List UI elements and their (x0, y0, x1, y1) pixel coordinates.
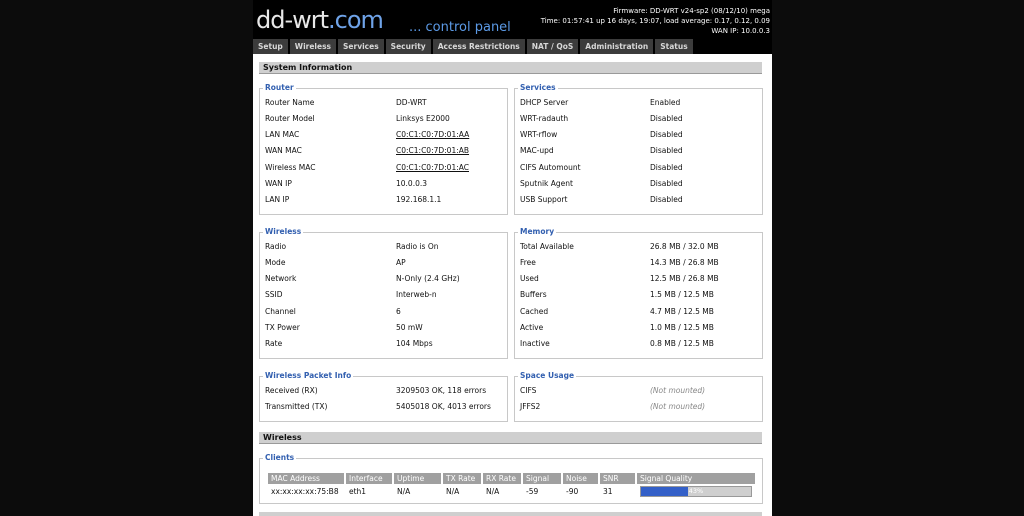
router-title: Router (263, 83, 296, 92)
router-row: Router Model Linksys E2000 (265, 114, 450, 123)
services-row: WRT-rflow Disabled (520, 130, 683, 139)
content-panel: System Information Router Router Name DD-… (253, 54, 772, 516)
col-uptime: Uptime (394, 473, 441, 484)
system-info-header: System Information (259, 62, 762, 74)
tab-status[interactable]: Status (655, 39, 693, 54)
client-tx-rate: N/A (446, 487, 460, 496)
router-row: LAN MAC C0:C1:C0:7D:01:AA (265, 130, 470, 140)
ddwrt-logo: dd-wrt.com (256, 6, 384, 34)
tab-security[interactable]: Security (385, 39, 431, 54)
col-rx-rate: RX Rate (483, 473, 521, 484)
tab-administration[interactable]: Administration (580, 39, 654, 54)
space-row: JFFS2 (Not mounted) (520, 402, 706, 411)
clients-header-row: MAC Address Interface Uptime TX Rate RX … (268, 473, 755, 484)
tab-setup[interactable]: Setup (253, 39, 288, 54)
packet-info-title: Wireless Packet Info (263, 371, 354, 380)
client-noise: -90 (566, 487, 579, 496)
router-row: WAN MAC C0:C1:C0:7D:01:AB (265, 146, 470, 156)
wireless-mac-link[interactable]: C0:C1:C0:7D:01:AC (396, 163, 469, 173)
memory-row: Active 1.0 MB / 12.5 MB (520, 323, 714, 332)
uptime-text: Time: 01:57:41 up 16 days, 19:07, load a… (540, 17, 770, 25)
services-row: MAC-upd Disabled (520, 146, 683, 155)
table-row: xx:xx:xx:xx:75:B8 eth1 N/A N/A N/A -59 -… (268, 486, 755, 497)
memory-title: Memory (518, 227, 557, 236)
client-interface: eth1 (349, 487, 367, 496)
client-mac: xx:xx:xx:xx:75:B8 (271, 487, 339, 496)
services-row: Sputnik Agent Disabled (520, 179, 683, 188)
client-signal-quality: 43% (637, 486, 755, 497)
services-box: Services DHCP Server Enabled WRT-radauth D… (514, 83, 763, 215)
col-signal: Signal (523, 473, 561, 484)
packet-row: Transmitted (TX) 5405018 OK, 4013 errors (265, 402, 491, 411)
tab-nat-qos[interactable]: NAT / QoS (526, 39, 579, 54)
space-usage-title: Space Usage (518, 371, 577, 380)
next-section-header (259, 512, 762, 516)
services-row: USB Support Disabled (520, 195, 683, 204)
router-row: Wireless MAC C0:C1:C0:7D:01:AC (265, 163, 469, 173)
client-signal: -59 (526, 487, 539, 496)
memory-row: Total Available 26.8 MB / 32.0 MB (520, 242, 719, 251)
router-row: WAN IP 10.0.0.3 (265, 179, 428, 188)
col-tx-rate: TX Rate (443, 473, 481, 484)
space-row: CIFS (Not mounted) (520, 386, 706, 395)
client-snr: 31 (603, 487, 613, 496)
services-row: WRT-radauth Disabled (520, 114, 683, 123)
clients-box: Clients MAC Address Interface Uptime TX … (259, 453, 763, 504)
memory-row: Buffers 1.5 MB / 12.5 MB (520, 290, 714, 299)
col-signal-quality: Signal Quality (637, 473, 755, 484)
signal-quality-bar: 43% (640, 486, 752, 497)
client-rx-rate: N/A (486, 487, 500, 496)
col-mac-address: MAC Address (268, 473, 344, 484)
tab-wireless[interactable]: Wireless (289, 39, 337, 54)
wan-ip-text: WAN IP: 10.0.0.3 (711, 27, 770, 35)
packet-row: Received (RX) 3209503 OK, 118 errors (265, 386, 487, 395)
wireless-row: Channel 6 (265, 307, 401, 316)
wireless-row: Mode AP (265, 258, 406, 267)
firmware-text: Firmware: DD-WRT v24-sp2 (08/12/10) mega (613, 7, 770, 15)
wireless-row: TX Power 50 mW (265, 323, 423, 332)
wan-mac-link[interactable]: C0:C1:C0:7D:01:AB (396, 146, 469, 156)
wireless-row: Rate 104 Mbps (265, 339, 433, 348)
signal-quality-percent: 43% (688, 487, 704, 495)
router-row: LAN IP 192.168.1.1 (265, 195, 442, 204)
wireless-row: Network N-Only (2.4 GHz) (265, 274, 460, 283)
router-box: Router Router Name DD-WRT Router Model Lin… (259, 83, 508, 215)
col-snr: SNR (600, 473, 635, 484)
clients-table: MAC Address Interface Uptime TX Rate RX … (266, 471, 757, 499)
tab-services[interactable]: Services (338, 39, 384, 54)
client-uptime: N/A (397, 487, 411, 496)
services-title: Services (518, 83, 558, 92)
services-row: CIFS Automount Disabled (520, 163, 683, 172)
wireless-title: Wireless (263, 227, 304, 236)
col-interface: Interface (346, 473, 392, 484)
memory-row: Used 12.5 MB / 26.8 MB (520, 274, 719, 283)
space-usage-box: Space Usage CIFS (Not mounted) JFFS2 (Not … (514, 371, 763, 422)
wireless-box: Wireless Radio Radio is On Mode AP Network… (259, 227, 508, 359)
tab-access-restrictions[interactable]: Access Restrictions (432, 39, 525, 54)
router-row: Router Name DD-WRT (265, 98, 427, 107)
wireless-section-header: Wireless (259, 432, 762, 444)
memory-row: Free 14.3 MB / 26.8 MB (520, 258, 719, 267)
status-info: Firmware: DD-WRT v24-sp2 (08/12/10) mega… (541, 6, 770, 36)
control-panel-tagline: ... control panel (409, 20, 511, 35)
memory-row: Inactive 0.8 MB / 12.5 MB (520, 339, 714, 348)
services-row: DHCP Server Enabled (520, 98, 681, 107)
packet-info-box: Wireless Packet Info Received (RX) 320950… (259, 371, 508, 422)
wireless-row: SSID Interweb-n (265, 290, 437, 299)
clients-title: Clients (263, 453, 297, 462)
memory-row: Cached 4.7 MB / 12.5 MB (520, 307, 714, 316)
memory-box: Memory Total Available 26.8 MB / 32.0 MB … (514, 227, 763, 359)
lan-mac-link[interactable]: C0:C1:C0:7D:01:AA (396, 130, 469, 140)
wireless-row: Radio Radio is On (265, 242, 439, 251)
col-noise: Noise (563, 473, 598, 484)
main-nav: Setup Wireless Services Security Access … (253, 39, 695, 54)
